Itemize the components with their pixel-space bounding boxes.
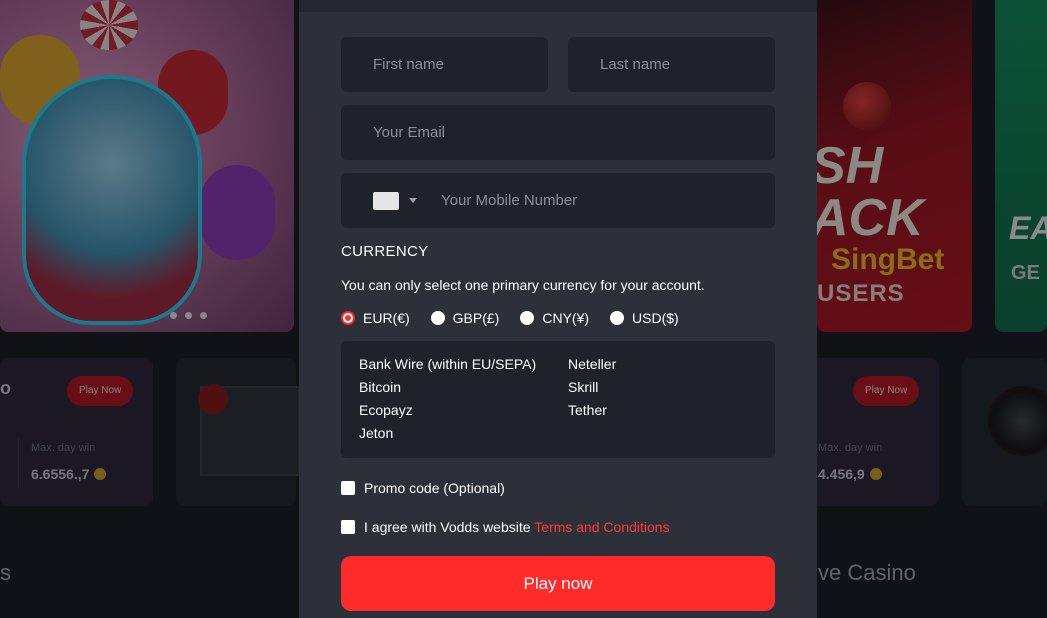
radio-label: GBP(£) — [452, 310, 500, 326]
payment-method: Ecopayz — [359, 402, 413, 418]
first-name-field[interactable] — [341, 37, 548, 92]
promo-code-label: Promo code (Optional) — [364, 480, 505, 496]
radio-label: USD($) — [632, 310, 679, 326]
currency-radio-usd[interactable]: USD($) — [610, 310, 679, 326]
currency-radio-group: EUR(€) GBP(£) CNY(¥) USD($) — [341, 310, 700, 326]
radio-icon[interactable] — [520, 311, 535, 325]
payment-method: Skrill — [568, 379, 599, 395]
email-input[interactable] — [341, 105, 775, 160]
last-name-input[interactable] — [568, 37, 775, 92]
payment-method: Tether — [568, 402, 607, 418]
radio-label: CNY(¥) — [542, 310, 590, 326]
terms-label: I agree with Vodds website Terms and Con… — [364, 519, 670, 535]
mobile-input[interactable] — [433, 173, 775, 228]
payment-methods-column: Neteller Skrill Tether — [568, 355, 616, 419]
payment-method: Bank Wire (within EU/SEPA) — [359, 356, 537, 372]
registration-modal: CURRENCY You can only select one primary… — [299, 0, 817, 618]
currency-note: You can only select one primary currency… — [341, 277, 705, 293]
payment-methods-box: Bank Wire (within EU/SEPA) Bitcoin Ecopa… — [341, 341, 775, 458]
payment-method: Bitcoin — [359, 379, 402, 395]
currency-radio-eur[interactable]: EUR(€) — [341, 310, 410, 326]
radio-icon[interactable] — [610, 311, 625, 325]
terms-link[interactable]: Terms and Conditions — [534, 519, 669, 535]
currency-radio-gbp[interactable]: GBP(£) — [430, 310, 500, 326]
modal-header-strip — [299, 0, 817, 12]
currency-label: CURRENCY — [341, 243, 429, 260]
chevron-down-icon[interactable] — [409, 198, 417, 203]
terms-checkbox[interactable]: I agree with Vodds website Terms and Con… — [341, 519, 670, 535]
radio-selected-icon[interactable] — [341, 311, 355, 325]
radio-label: EUR(€) — [363, 310, 410, 326]
mobile-field[interactable] — [341, 173, 775, 228]
payment-method: Neteller — [568, 356, 617, 372]
checkbox-icon[interactable] — [341, 481, 355, 495]
country-flag-icon[interactable] — [373, 192, 399, 210]
checkbox-icon[interactable] — [341, 520, 355, 534]
first-name-input[interactable] — [341, 37, 548, 92]
last-name-field[interactable] — [568, 37, 775, 92]
radio-icon[interactable] — [430, 311, 445, 325]
mobile-input-wrap[interactable] — [433, 173, 775, 228]
promo-code-checkbox[interactable]: Promo code (Optional) — [341, 480, 505, 496]
play-now-submit-button[interactable]: Play now — [341, 556, 775, 611]
currency-radio-cny[interactable]: CNY(¥) — [520, 310, 589, 326]
email-field[interactable] — [341, 105, 775, 160]
payment-method: Jeton — [359, 425, 394, 441]
payment-methods-column: Bank Wire (within EU/SEPA) Bitcoin Ecopa… — [359, 355, 536, 442]
